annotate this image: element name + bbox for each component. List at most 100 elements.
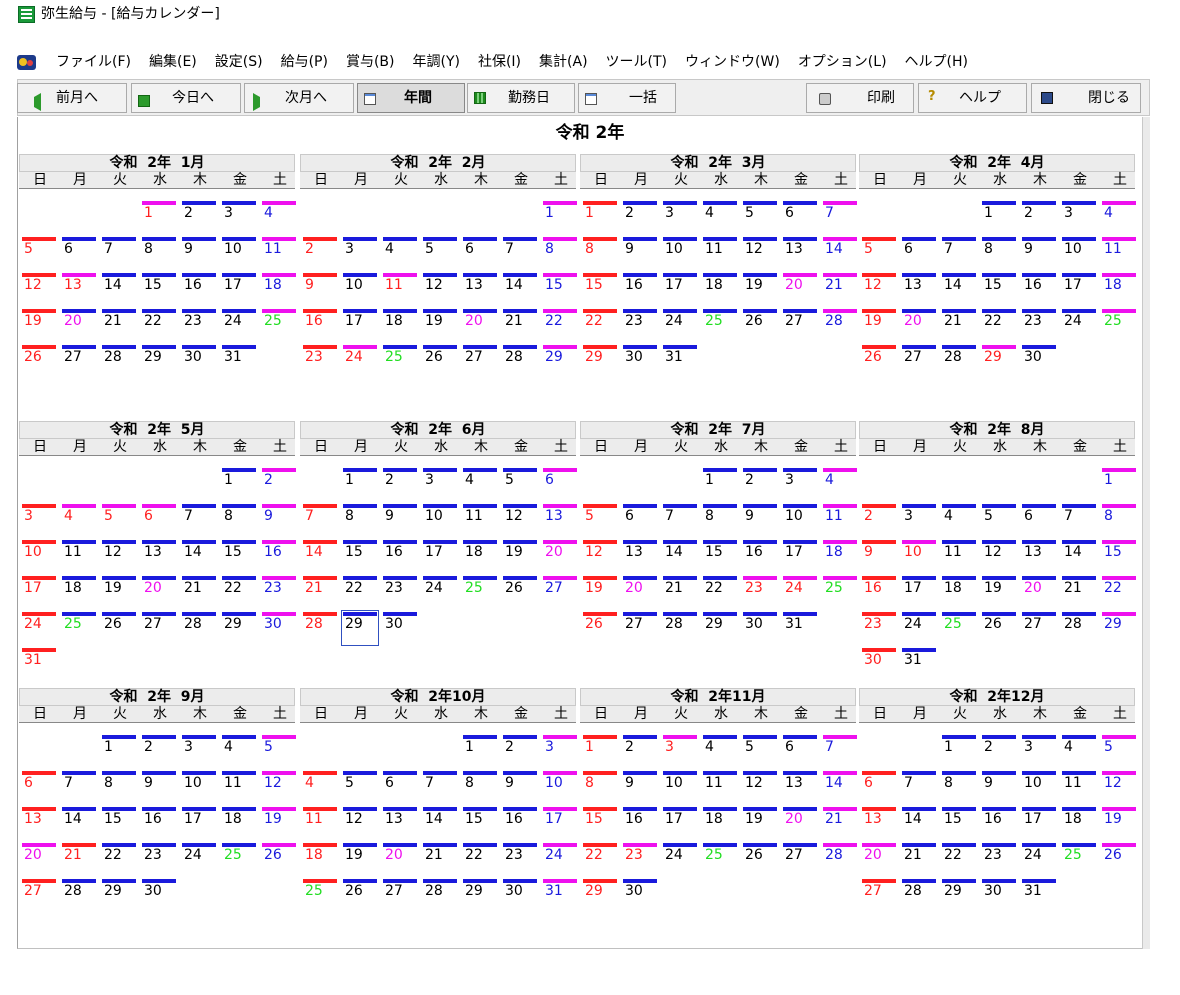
day-cell[interactable]: 16: [979, 807, 1019, 842]
day-cell[interactable]: 31: [899, 648, 939, 683]
day-cell[interactable]: 14: [300, 540, 340, 575]
day-cell[interactable]: 7: [820, 201, 860, 236]
day-cell[interactable]: 19: [580, 576, 620, 611]
day-cell[interactable]: 23: [620, 309, 660, 344]
day-cell[interactable]: 24: [340, 345, 380, 380]
day-cell[interactable]: 26: [500, 576, 540, 611]
day-cell[interactable]: 30: [1019, 345, 1059, 380]
day-cell[interactable]: 26: [1099, 843, 1139, 878]
day-cell[interactable]: 12: [1099, 771, 1139, 806]
day-cell[interactable]: 25: [700, 309, 740, 344]
help-button[interactable]: ? ヘルプ: [918, 83, 1027, 113]
day-cell[interactable]: 28: [939, 345, 979, 380]
day-cell[interactable]: 9: [259, 504, 299, 539]
day-cell[interactable]: 26: [740, 309, 780, 344]
day-cell[interactable]: 27: [59, 345, 99, 380]
menu-totals[interactable]: 集計(A): [539, 52, 594, 72]
day-cell[interactable]: 18: [380, 309, 420, 344]
day-cell[interactable]: 19: [259, 807, 299, 842]
day-cell[interactable]: 12: [340, 807, 380, 842]
day-cell[interactable]: 20: [859, 843, 899, 878]
day-cell[interactable]: 16: [139, 807, 179, 842]
day-cell[interactable]: 8: [1099, 504, 1139, 539]
day-cell[interactable]: 23: [139, 843, 179, 878]
day-cell[interactable]: 12: [740, 771, 780, 806]
day-cell[interactable]: 26: [740, 843, 780, 878]
day-cell[interactable]: 16: [620, 273, 660, 308]
day-cell[interactable]: 4: [380, 237, 420, 272]
day-cell[interactable]: 9: [979, 771, 1019, 806]
day-cell[interactable]: 27: [859, 879, 899, 914]
day-cell[interactable]: 18: [460, 540, 500, 575]
day-cell[interactable]: 25: [259, 309, 299, 344]
day-cell[interactable]: 31: [219, 345, 259, 380]
day-cell[interactable]: 30: [500, 879, 540, 914]
day-cell[interactable]: 15: [139, 273, 179, 308]
day-cell[interactable]: 18: [259, 273, 299, 308]
day-cell[interactable]: 20: [59, 309, 99, 344]
day-cell[interactable]: 8: [219, 504, 259, 539]
day-cell[interactable]: 20: [780, 807, 820, 842]
day-cell[interactable]: 29: [139, 345, 179, 380]
day-cell[interactable]: 16: [259, 540, 299, 575]
day-cell[interactable]: 6: [780, 201, 820, 236]
day-cell[interactable]: 1: [99, 735, 139, 770]
day-cell[interactable]: 21: [59, 843, 99, 878]
day-cell[interactable]: 14: [660, 540, 700, 575]
day-cell[interactable]: 4: [1099, 201, 1139, 236]
day-cell[interactable]: 13: [1019, 540, 1059, 575]
day-cell[interactable]: 19: [420, 309, 460, 344]
day-cell[interactable]: 30: [620, 879, 660, 914]
close-button[interactable]: 閉じる: [1031, 83, 1141, 113]
day-cell[interactable]: 1: [540, 201, 580, 236]
day-cell[interactable]: 4: [700, 201, 740, 236]
day-cell[interactable]: 2: [859, 504, 899, 539]
day-cell[interactable]: 24: [420, 576, 460, 611]
day-cell[interactable]: 23: [620, 843, 660, 878]
day-cell[interactable]: 12: [19, 273, 59, 308]
day-cell[interactable]: 9: [1019, 237, 1059, 272]
day-cell[interactable]: 19: [740, 807, 780, 842]
menu-window[interactable]: ウィンドウ(W): [685, 52, 786, 72]
day-cell[interactable]: 10: [540, 771, 580, 806]
day-cell[interactable]: 4: [460, 468, 500, 503]
day-cell[interactable]: 10: [780, 504, 820, 539]
day-cell[interactable]: 24: [1059, 309, 1099, 344]
day-cell[interactable]: 1: [460, 735, 500, 770]
day-cell[interactable]: 11: [700, 771, 740, 806]
day-cell[interactable]: 31: [19, 648, 59, 683]
day-cell[interactable]: 2: [179, 201, 219, 236]
day-cell[interactable]: 26: [99, 612, 139, 647]
day-cell[interactable]: 29: [939, 879, 979, 914]
day-cell[interactable]: 15: [700, 540, 740, 575]
day-cell[interactable]: 23: [259, 576, 299, 611]
day-cell[interactable]: 17: [660, 273, 700, 308]
day-cell[interactable]: 13: [540, 504, 580, 539]
day-cell[interactable]: 11: [700, 237, 740, 272]
day-cell[interactable]: 4: [939, 504, 979, 539]
day-cell[interactable]: 7: [660, 504, 700, 539]
day-cell[interactable]: 9: [179, 237, 219, 272]
day-cell[interactable]: 17: [540, 807, 580, 842]
day-cell[interactable]: 27: [1019, 612, 1059, 647]
day-cell[interactable]: 9: [620, 237, 660, 272]
day-cell[interactable]: 22: [340, 576, 380, 611]
day-cell[interactable]: 14: [939, 273, 979, 308]
day-cell[interactable]: 21: [1059, 576, 1099, 611]
day-cell[interactable]: 18: [219, 807, 259, 842]
day-cell[interactable]: 24: [219, 309, 259, 344]
day-cell[interactable]: 15: [460, 807, 500, 842]
day-cell[interactable]: 6: [620, 504, 660, 539]
day-cell[interactable]: 17: [660, 807, 700, 842]
day-cell[interactable]: 29: [580, 879, 620, 914]
day-cell[interactable]: 30: [179, 345, 219, 380]
day-cell[interactable]: 23: [500, 843, 540, 878]
day-cell[interactable]: 9: [380, 504, 420, 539]
day-cell[interactable]: 9: [500, 771, 540, 806]
day-cell[interactable]: 20: [780, 273, 820, 308]
day-cell[interactable]: 21: [820, 273, 860, 308]
day-cell[interactable]: 8: [580, 237, 620, 272]
day-cell[interactable]: 15: [580, 807, 620, 842]
day-cell[interactable]: 12: [99, 540, 139, 575]
menu-file[interactable]: ファイル(F): [56, 52, 137, 72]
